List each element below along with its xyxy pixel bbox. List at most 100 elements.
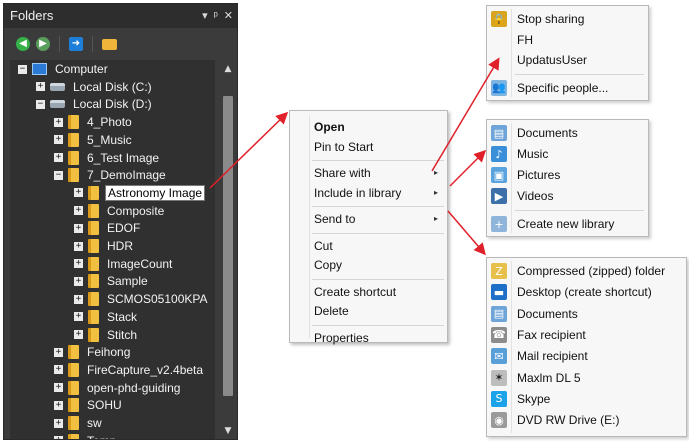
pin-icon[interactable]: ᵖ [214, 10, 218, 22]
tree-item[interactable]: + FireCapture_v2.4beta [54, 361, 205, 379]
submenu-item-label: DVD RW Drive (E:) [517, 413, 620, 428]
expand-icon[interactable]: + [74, 312, 83, 322]
menu-item-send-to[interactable]: Send to ▸ [314, 210, 444, 228]
tree-item[interactable]: + sw [54, 414, 104, 432]
expand-icon[interactable]: + [54, 400, 63, 410]
tree-item[interactable]: +4_Photo [54, 113, 134, 131]
expand-icon[interactable]: + [54, 365, 63, 375]
expand-icon[interactable]: + [74, 259, 83, 269]
expand-icon[interactable]: + [54, 117, 63, 127]
collapse-icon[interactable]: − [54, 170, 63, 180]
expand-icon[interactable]: + [74, 294, 83, 304]
expand-icon[interactable]: + [74, 330, 83, 339]
folder-icon [88, 292, 99, 307]
folder-tree: − Computer + Local Disk (C:) − Local Disk (D:… [10, 60, 215, 439]
submenu-item-videos[interactable]: ▶ Videos [487, 186, 648, 206]
submenu-item-maxlm-dl-5[interactable]: ✶ Maxlm DL 5 [487, 368, 686, 388]
expand-icon[interactable]: + [54, 153, 63, 162]
submenu-item-compressed-zipped-folder[interactable]: Z Compressed (zipped) folder [487, 261, 686, 281]
vertical-scrollbar[interactable]: ▲ ▼ [221, 60, 235, 439]
tree-item[interactable]: + Temp [54, 432, 118, 439]
tree-item[interactable]: + EDOF [74, 219, 142, 237]
menu-item-open[interactable]: Open [314, 118, 444, 136]
menu-item-share-with[interactable]: Share with ▸ [314, 164, 444, 182]
submenu-item-fh[interactable]: FH [487, 30, 648, 50]
expand-icon[interactable]: + [54, 135, 63, 145]
tree-item[interactable]: + HDR [74, 237, 135, 255]
forward-icon[interactable]: ▶ [36, 37, 50, 51]
submenu-item-label: Mail recipient [517, 349, 588, 364]
collapse-icon[interactable]: − [18, 64, 27, 74]
expand-icon[interactable]: + [36, 82, 45, 92]
menu-item-properties[interactable]: Properties [314, 329, 444, 347]
menu-item-include-in-library[interactable]: Include in library ▸ [314, 184, 444, 202]
folder-icon [88, 185, 99, 200]
expand-icon[interactable]: + [74, 223, 83, 233]
computer-icon [32, 63, 47, 75]
menu-item-pin-to-start[interactable]: Pin to Start [314, 138, 444, 156]
tree-item[interactable]: + Astronomy Image [74, 184, 206, 202]
tree-item[interactable]: + SOHU [54, 396, 124, 414]
menu-separator [312, 278, 444, 280]
expand-icon[interactable]: + [54, 347, 63, 357]
share-with-submenu: 🔒 Stop sharing FH UpdatusUser 👥 Specific peop… [486, 5, 649, 101]
submenu-item-dvd-rw-drive-e[interactable]: ◉ DVD RW Drive (E:) [487, 410, 686, 430]
menu-item-label: Include in library [314, 185, 402, 200]
submenu-item-pictures[interactable]: ▣ Pictures [487, 165, 648, 185]
submenu-item-specific-people[interactable]: 👥 Specific people... [487, 78, 648, 98]
fax-icon: ☎ [491, 326, 507, 343]
expand-icon[interactable]: + [74, 188, 83, 198]
submenu-item-mail-recipient[interactable]: ✉ Mail recipient [487, 346, 686, 366]
tree-item-label: Local Disk (D:) [73, 97, 152, 112]
tree-item[interactable]: − 7_DemoImage [54, 166, 168, 184]
submenu-item-documents[interactable]: ▤ Documents [487, 123, 648, 143]
submenu-item-documents[interactable]: ▤ Documents [487, 304, 686, 324]
tree-item[interactable]: +6_Test Image [54, 149, 161, 167]
tree-item[interactable]: + Composite [74, 202, 166, 220]
tree-item[interactable]: + SCMOS05100KPA [74, 290, 210, 308]
scroll-down-icon[interactable]: ▼ [221, 424, 235, 438]
submenu-item-create-new-library[interactable]: + Create new library [487, 214, 648, 234]
dropdown-icon[interactable]: ▾ [202, 10, 208, 22]
tree-item[interactable]: + Sample [74, 272, 150, 290]
tree-item[interactable]: +5_Music [54, 131, 134, 149]
expand-icon[interactable]: + [54, 418, 63, 428]
tree-item-label: ImageCount [107, 256, 173, 271]
navigate-icon[interactable]: ➜ [69, 37, 83, 51]
drive-icon [50, 100, 65, 109]
folder-icon [68, 345, 79, 360]
tree-item[interactable]: − Local Disk (D:) [36, 95, 154, 113]
submenu-item-label: Music [517, 147, 549, 161]
tree-item[interactable]: + Stitch [74, 326, 139, 344]
collapse-icon[interactable]: − [36, 99, 45, 109]
tree-item[interactable]: − Computer [18, 60, 110, 78]
close-icon[interactable]: ✕ [224, 10, 233, 22]
submenu-item-skype[interactable]: S Skype [487, 389, 686, 409]
submenu-item-music[interactable]: ♪ Music [487, 144, 648, 164]
folder-icon [68, 115, 79, 130]
tree-item[interactable]: + Local Disk (C:) [36, 78, 154, 96]
submenu-item-desktop-create-shortcut[interactable]: ▬ Desktop (create shortcut) [487, 282, 686, 302]
submenu-item-stop-sharing[interactable]: 🔒 Stop sharing [487, 9, 648, 29]
tree-item[interactable]: + Feihong [54, 343, 132, 361]
expand-icon[interactable]: + [74, 206, 83, 216]
scroll-up-icon[interactable]: ▲ [221, 62, 235, 76]
expand-icon[interactable]: + [54, 436, 63, 439]
expand-icon[interactable]: + [54, 383, 63, 393]
submenu-item-fax-recipient[interactable]: ☎ Fax recipient [487, 325, 686, 345]
menu-item-delete[interactable]: Delete [314, 302, 444, 320]
expand-icon[interactable]: + [74, 241, 83, 251]
back-icon[interactable]: ◀ [16, 37, 30, 51]
menu-item-create-shortcut[interactable]: Create shortcut [314, 283, 444, 301]
submenu-item-updatususer[interactable]: UpdatusUser [487, 50, 648, 70]
tree-item[interactable]: + open-phd-guiding [54, 379, 182, 397]
expand-icon[interactable]: + [74, 276, 83, 286]
submenu-item-label: Fax recipient [517, 327, 586, 342]
tree-item-label: Composite [107, 203, 165, 218]
scroll-thumb[interactable] [223, 96, 233, 396]
menu-item-cut[interactable]: Cut [314, 237, 444, 255]
tree-item[interactable]: + Stack [74, 308, 139, 326]
open-folder-icon[interactable] [102, 38, 117, 50]
tree-item[interactable]: + ImageCount [74, 255, 174, 273]
menu-item-copy[interactable]: Copy [314, 256, 444, 274]
